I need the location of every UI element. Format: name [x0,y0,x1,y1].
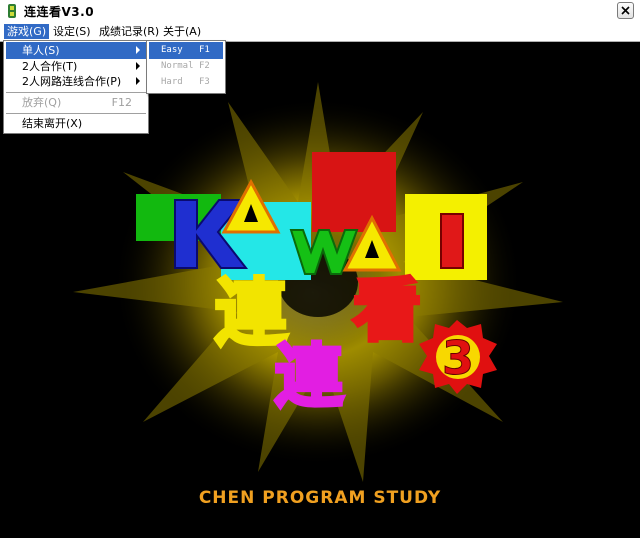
kan-char: 看 [353,272,421,351]
lian-char-2: 連 [275,338,344,417]
menu-about[interactable]: 关于(A) [160,24,204,39]
burst-background [73,82,563,482]
menu-item-exit[interactable]: 结束离开(X) [6,115,146,132]
gear-number: 3 [442,331,474,385]
submenu-arrow-icon [136,77,140,85]
close-button[interactable] [617,2,634,19]
credit-text: CHEN PROGRAM STUDY [198,488,442,508]
game-dropdown-menu: 单人(S) 2人合作(T) 2人网路连线合作(P) 放弃(Q) F12 结束离开… [3,40,149,134]
close-icon [621,6,630,15]
menu-item-single[interactable]: 单人(S) [6,42,146,59]
menu-item-easy[interactable]: Easy F1 [149,42,223,59]
menu-item-hard[interactable]: Hard F3 [149,74,223,91]
title-bar[interactable]: 连连看V3.0 [0,0,640,23]
single-submenu: Easy F1 Normal F2 Hard F3 [146,40,226,94]
menu-separator [6,92,146,93]
app-window: 连连看V3.0 游戏(G) 设定(S) 成绩记录(R) 关于(A) 連 連 看 … [0,0,640,538]
menu-records[interactable]: 成绩记录(R) [96,24,162,39]
window-title: 连连看V3.0 [24,5,95,19]
submenu-arrow-icon [136,62,140,70]
red-block [312,152,396,232]
menu-item-normal[interactable]: Normal F2 [149,58,223,75]
app-icon [8,4,16,18]
menu-game[interactable]: 游戏(G) [4,24,50,39]
menu-settings[interactable]: 设定(S) [50,24,94,39]
menu-separator [6,113,146,114]
menu-item-give-up[interactable]: 放弃(Q) F12 [6,94,146,111]
menu-bar: 游戏(G) 设定(S) 成绩记录(R) 关于(A) [0,22,640,42]
menu-item-2p-network[interactable]: 2人网路连线合作(P) [6,73,146,90]
submenu-arrow-icon [136,46,140,54]
